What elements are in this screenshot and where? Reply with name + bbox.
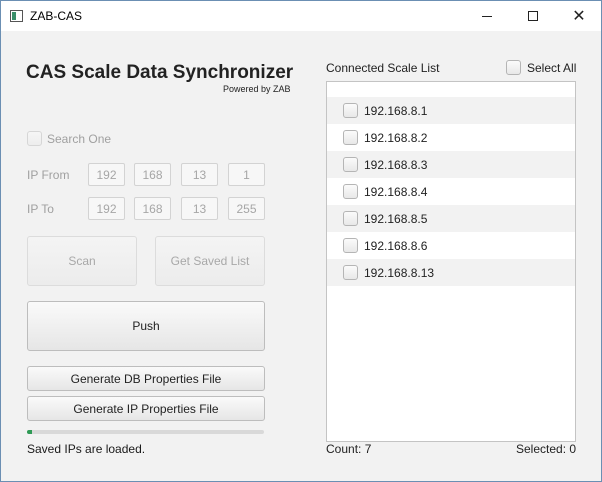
- push-button[interactable]: Push: [27, 301, 265, 351]
- title-bar: ZAB-CAS ✕: [1, 1, 601, 31]
- scale-list-item[interactable]: 192.168.8.5: [327, 205, 575, 232]
- selected-label: Selected:: [516, 442, 567, 456]
- scale-item-checkbox[interactable]: [343, 211, 358, 226]
- selected-value: 0: [569, 442, 577, 456]
- progress-bar: [27, 430, 264, 434]
- scale-item-ip: 192.168.8.1: [364, 103, 428, 118]
- scale-item-ip: 192.168.8.4: [364, 184, 428, 199]
- scale-list[interactable]: 192.168.8.1 192.168.8.2 192.168.8.3 192.168…: [326, 81, 576, 442]
- ip-from-octet-4[interactable]: 1: [228, 163, 265, 186]
- scale-list-item[interactable]: 192.168.8.1: [327, 97, 575, 124]
- search-one-checkbox[interactable]: Search One: [27, 131, 111, 146]
- scale-list-item[interactable]: 192.168.8.13: [327, 259, 575, 286]
- app-window: ZAB-CAS ✕ CAS Scale Data Synchronizer Po…: [0, 0, 602, 482]
- scan-button[interactable]: Scan: [27, 236, 137, 286]
- select-all-check-icon[interactable]: [506, 60, 521, 75]
- count-value: 7: [364, 442, 372, 456]
- search-one-label: Search One: [47, 131, 112, 146]
- ip-from-octet-3[interactable]: 13: [181, 163, 218, 186]
- window-title: ZAB-CAS: [30, 9, 83, 23]
- count-label: Count:: [326, 442, 362, 456]
- scale-item-ip: 192.168.8.3: [364, 157, 428, 172]
- count-text: Count: 7: [326, 442, 371, 456]
- generate-db-properties-button[interactable]: Generate DB Properties File: [27, 366, 265, 391]
- app-title: CAS Scale Data Synchronizer: [26, 62, 294, 83]
- select-all-checkbox[interactable]: Select All: [506, 60, 576, 75]
- scale-item-ip: 192.168.8.13: [364, 265, 435, 280]
- maximize-button[interactable]: [510, 1, 556, 31]
- scale-list-item[interactable]: 192.168.8.2: [327, 124, 575, 151]
- minimize-icon: [482, 15, 492, 17]
- maximize-icon: [528, 11, 538, 21]
- selected-text: Selected: 0: [516, 442, 576, 456]
- app-subtitle: Powered by ZAB: [223, 84, 291, 94]
- ip-to-octet-2[interactable]: 168: [134, 197, 171, 220]
- close-icon: ✕: [572, 8, 586, 25]
- ip-to-label: IP To: [27, 202, 54, 216]
- scale-item-checkbox[interactable]: [343, 265, 358, 280]
- ip-from-octet-1[interactable]: 192: [88, 163, 125, 186]
- status-text: Saved IPs are loaded.: [27, 442, 146, 456]
- ip-to-octet-4[interactable]: 255: [228, 197, 265, 220]
- ip-from-label: IP From: [27, 168, 70, 182]
- ip-from-octet-2[interactable]: 168: [134, 163, 171, 186]
- scale-list-item[interactable]: 192.168.8.3: [327, 151, 575, 178]
- ip-to-octet-1[interactable]: 192: [88, 197, 125, 220]
- scale-item-checkbox[interactable]: [343, 184, 358, 199]
- scale-item-ip: 192.168.8.5: [364, 211, 428, 226]
- scale-item-checkbox[interactable]: [343, 238, 358, 253]
- minimize-button[interactable]: [464, 1, 510, 31]
- scale-item-checkbox[interactable]: [343, 130, 358, 145]
- close-button[interactable]: ✕: [556, 1, 602, 31]
- search-one-check-icon[interactable]: [27, 131, 42, 146]
- generate-ip-properties-button[interactable]: Generate IP Properties File: [27, 396, 265, 421]
- ip-to-octet-3[interactable]: 13: [181, 197, 218, 220]
- scale-item-checkbox[interactable]: [343, 103, 358, 118]
- scale-item-ip: 192.168.8.6: [364, 238, 428, 253]
- scale-list-header: Connected Scale List: [326, 61, 440, 75]
- scale-item-ip: 192.168.8.2: [364, 130, 428, 145]
- scale-list-item[interactable]: 192.168.8.6: [327, 232, 575, 259]
- get-saved-list-button[interactable]: Get Saved List: [155, 236, 265, 286]
- scale-item-checkbox[interactable]: [343, 157, 358, 172]
- app-icon: [10, 10, 23, 22]
- progress-fill: [27, 430, 32, 434]
- select-all-label: Select All: [527, 60, 577, 75]
- main-content: CAS Scale Data Synchronizer Powered by Z…: [1, 31, 601, 481]
- scale-list-item[interactable]: 192.168.8.4: [327, 178, 575, 205]
